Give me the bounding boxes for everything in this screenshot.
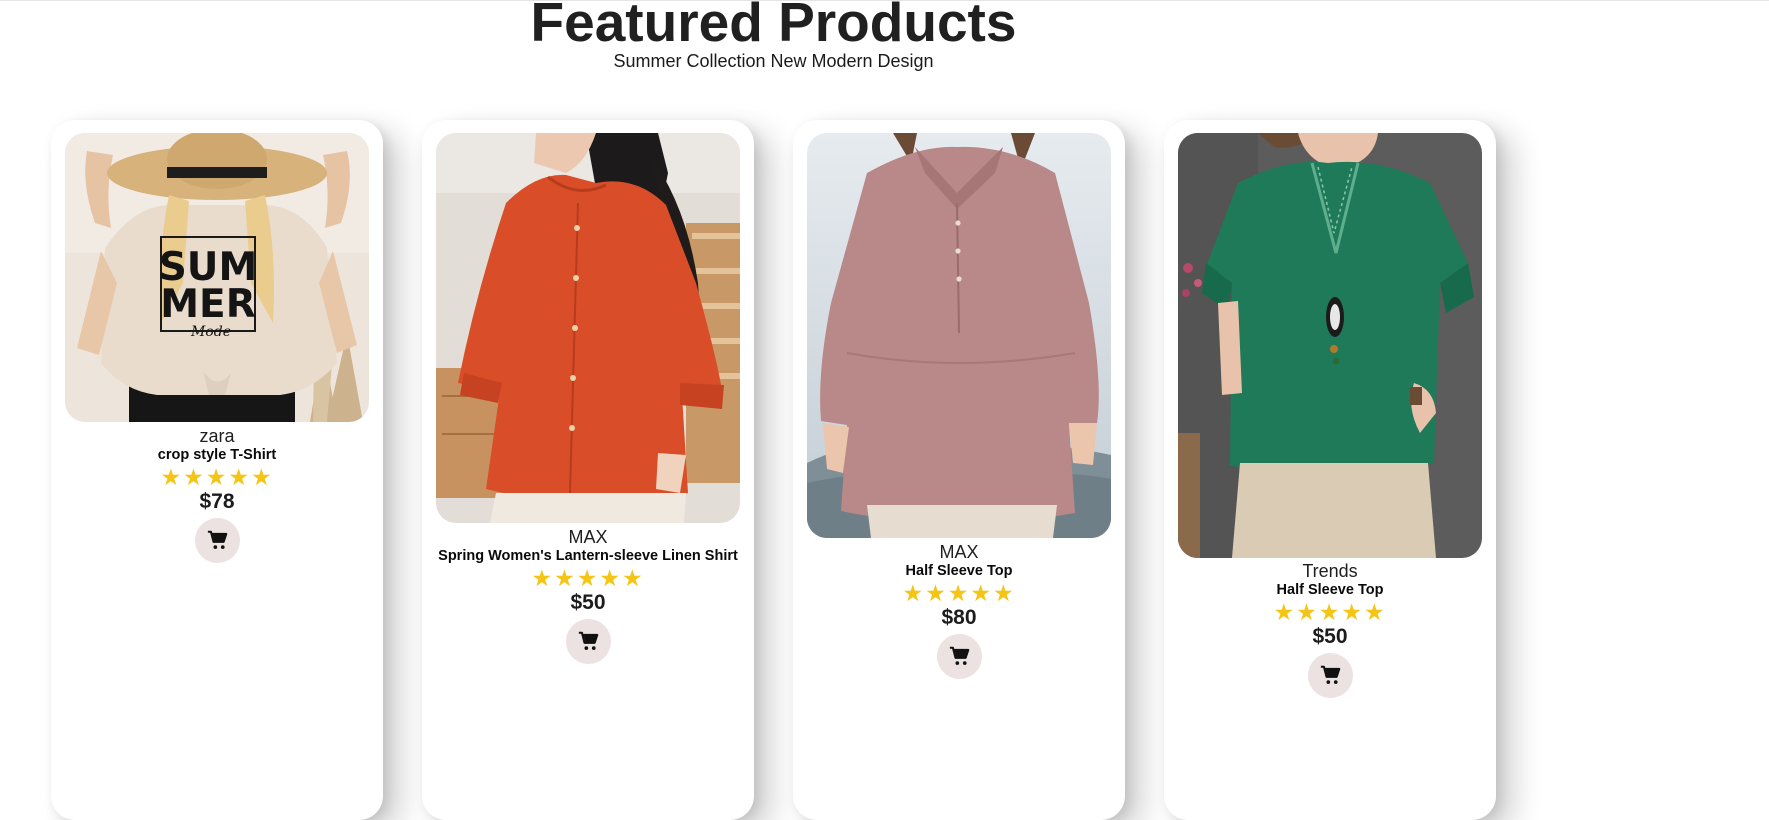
star-icon: ★ <box>621 565 645 591</box>
shopping-cart-icon <box>207 530 227 549</box>
svg-text:Mode: Mode <box>190 324 231 340</box>
star-icon: ★ <box>902 580 926 606</box>
product-image[interactable] <box>436 133 740 523</box>
rating-stars: ★★★★★ <box>1164 600 1496 624</box>
shopping-cart-icon <box>578 631 598 650</box>
product-brand: MAX <box>568 527 608 547</box>
star-icon: ★ <box>1341 599 1364 625</box>
add-to-cart-button[interactable] <box>194 518 240 563</box>
svg-text:MER: MER <box>160 282 255 327</box>
star-icon: ★ <box>947 580 971 606</box>
shopping-cart-icon <box>949 646 969 665</box>
star-icon: ★ <box>1296 599 1319 625</box>
section-subtitle: Summer Collection New Modern Design <box>613 51 934 71</box>
product-price: $80 <box>941 606 977 629</box>
product-name[interactable]: Spring Women's Lantern-sleeve Linen Shir… <box>422 547 754 565</box>
product-name[interactable]: Half Sleeve Top <box>1164 581 1496 599</box>
star-icon: ★ <box>554 565 577 591</box>
product-card[interactable]: MAX Spring Women's Lantern-sleeve Linen … <box>422 120 754 820</box>
star-icon: ★ <box>925 580 948 606</box>
star-icon: ★ <box>599 565 622 591</box>
star-icon: ★ <box>183 464 206 490</box>
product-name[interactable]: crop style T-Shirt <box>51 446 383 464</box>
product-card[interactable]: Trends Half Sleeve Top ★★★★★ $50 <box>1164 120 1496 820</box>
product-price: $50 <box>1312 625 1348 648</box>
rating-stars: ★★★★★ <box>51 465 383 489</box>
star-icon: ★ <box>992 580 1016 606</box>
product-image[interactable] <box>807 133 1111 538</box>
product-price: $50 <box>570 591 606 614</box>
star-icon: ★ <box>970 580 993 606</box>
rating-stars: ★★★★★ <box>793 581 1125 605</box>
product-name[interactable]: Half Sleeve Top <box>793 562 1125 580</box>
section-title: Featured Products <box>530 0 1017 53</box>
product-image[interactable] <box>1178 133 1482 558</box>
product-brand: MAX <box>939 542 979 562</box>
product-brand: Trends <box>1302 561 1358 581</box>
star-icon: ★ <box>250 464 274 490</box>
add-to-cart-button[interactable] <box>565 619 611 664</box>
star-icon: ★ <box>160 464 184 490</box>
product-image[interactable]: SUM MER Mode <box>65 133 369 422</box>
add-to-cart-button[interactable] <box>936 634 982 679</box>
product-card[interactable]: SUM MER Mode zara crop style T-Shirt ★★★… <box>51 120 383 820</box>
product-card[interactable]: MAX Half Sleeve Top ★★★★★ $80 <box>793 120 1125 820</box>
product-brand: zara <box>199 426 235 446</box>
add-to-cart-button[interactable] <box>1307 653 1353 698</box>
star-icon: ★ <box>576 565 600 591</box>
rating-stars: ★★★★★ <box>422 566 754 590</box>
star-icon: ★ <box>531 565 555 591</box>
star-icon: ★ <box>228 464 251 490</box>
product-price: $78 <box>199 490 235 513</box>
star-icon: ★ <box>1273 599 1297 625</box>
star-icon: ★ <box>1363 599 1387 625</box>
shopping-cart-icon <box>1320 665 1340 684</box>
star-icon: ★ <box>1318 599 1342 625</box>
star-icon: ★ <box>205 464 229 490</box>
